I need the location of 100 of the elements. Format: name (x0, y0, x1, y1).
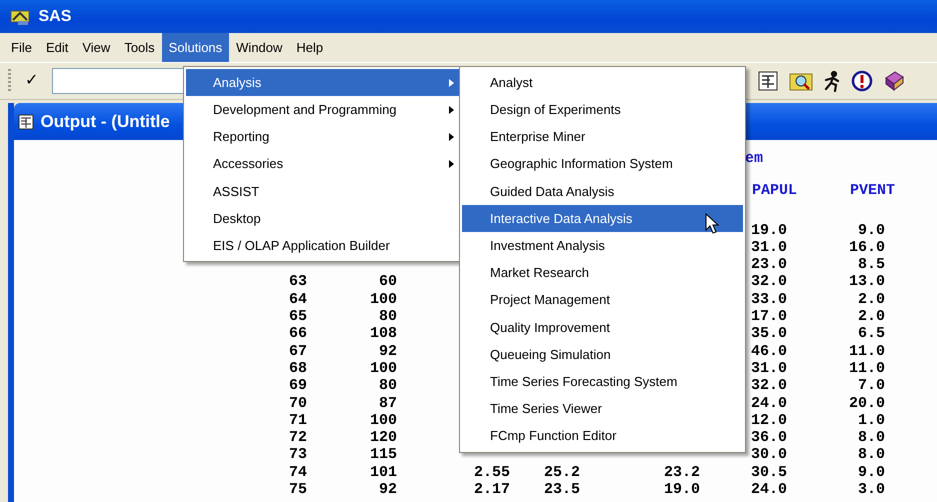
table-cell: 1.0 (858, 412, 885, 429)
menu-item[interactable]: Time Series Viewer (462, 395, 743, 422)
menu-item[interactable]: Design of Experiments (462, 96, 743, 124)
table-cell: 31.0 (750, 360, 787, 377)
table-cell: 30.0 (750, 446, 787, 464)
table-cell: 24.0 (750, 394, 787, 412)
menu-item[interactable]: ASSIST (186, 178, 460, 205)
table-cell: 67 (288, 342, 307, 360)
menu-item[interactable]: Edit (38, 33, 76, 62)
table-cell: 80 (378, 377, 397, 394)
table-cell: 30.5 (750, 464, 787, 481)
table-cell: 66 (288, 325, 307, 342)
table-cell: 65 (288, 308, 307, 326)
table-cell: 9.0 (858, 222, 885, 239)
menu-item[interactable]: Time Series Forecasting System (462, 368, 743, 396)
menu-item[interactable]: Analysis (186, 69, 460, 96)
table-cell: 71 (288, 412, 307, 429)
window-title: SAS (38, 6, 72, 26)
menu-item[interactable]: EIS / OLAP Application Builder (186, 232, 460, 260)
running-figure-icon[interactable] (823, 70, 841, 92)
table-cell: 7.0 (858, 377, 885, 394)
menu-item[interactable]: Window (229, 33, 290, 62)
table-cell: 60 (378, 273, 397, 290)
table-cell: 92 (378, 342, 397, 360)
table-cell: 100 (370, 360, 397, 377)
table-cell: 23.0 (750, 256, 787, 274)
menu-item[interactable]: Desktop (186, 204, 460, 232)
table-cell: 19.0 (750, 222, 787, 239)
table-cell: 24.0 (750, 481, 787, 498)
table-cell: 31.0 (750, 238, 787, 256)
table-cell: 72 (288, 429, 307, 446)
table-cell: 32.0 (750, 273, 787, 290)
table-cell: 100 (370, 412, 397, 429)
table-cell: 63 (288, 273, 307, 290)
table-cell: 25.2 (544, 464, 580, 481)
table-cell: 32.0 (750, 377, 787, 394)
table-cell: 23.5 (544, 481, 580, 498)
cursor-icon (705, 213, 719, 235)
alert-icon[interactable] (851, 70, 873, 92)
menu-item[interactable]: Interactive Data Analysis (462, 204, 743, 232)
menu-item[interactable]: File (4, 33, 39, 62)
menu-item[interactable]: Project Management (462, 286, 743, 314)
table-cell: 73 (288, 446, 307, 464)
table-cell: 80 (378, 308, 397, 326)
menu-item[interactable]: View (75, 33, 118, 62)
table-cell: 100 (370, 290, 397, 308)
table-cell: 8.5 (858, 256, 885, 274)
table-cell: 9.0 (858, 464, 885, 481)
menu-item[interactable]: Investment Analysis (462, 232, 743, 260)
table-cell: 115 (370, 446, 397, 464)
column-header: PAPUL (752, 182, 797, 200)
table-cell: 108 (370, 325, 397, 342)
table-cell: 3.0 (858, 481, 885, 498)
table-cell: 13.0 (848, 273, 885, 290)
table-cell: 16.0 (848, 238, 885, 256)
table-cell: 23.2 (664, 464, 700, 481)
table-cell: 11.0 (848, 360, 885, 377)
menu-item[interactable]: Analyst (462, 69, 743, 96)
table-cell: 35.0 (750, 325, 787, 342)
table-cell: 2.55 (474, 464, 510, 481)
table-cell: 64 (288, 290, 307, 308)
menu-item[interactable]: Accessories (186, 150, 460, 178)
table-cell: 46.0 (750, 342, 787, 360)
table-cell: 6.5 (858, 325, 885, 342)
column-header: PVENT (850, 182, 895, 200)
table-cell: 12.0 (750, 412, 787, 429)
table-cell: 74 (288, 464, 307, 481)
menu-item[interactable]: Tools (117, 33, 162, 62)
menu-item[interactable]: Queueing Simulation (462, 340, 743, 368)
table-cell: 2.0 (858, 308, 885, 326)
table-cell: 92 (378, 481, 397, 498)
table-cell: 8.0 (858, 429, 885, 446)
menu-item[interactable]: Geographic Information System (462, 150, 743, 178)
app-logo-icon (10, 8, 32, 26)
check-button[interactable]: ✓ (17, 69, 46, 93)
menu-item[interactable]: Guided Data Analysis (462, 178, 743, 205)
table-cell: 36.0 (750, 429, 787, 446)
window-icon[interactable] (757, 70, 779, 92)
table-cell: 120 (370, 429, 397, 446)
table-cell: 11.0 (848, 342, 885, 360)
table-cell: 68 (288, 360, 307, 377)
menu-item[interactable]: Development and Programming (186, 96, 460, 124)
document-icon (18, 114, 34, 130)
table-cell: 33.0 (750, 290, 787, 308)
table-cell: 75 (288, 481, 307, 498)
menu-item[interactable]: FCmp Function Editor (462, 422, 743, 450)
table-cell: 69 (288, 377, 307, 394)
menu-item[interactable]: Reporting (186, 123, 460, 151)
table-cell: 2.17 (474, 481, 510, 498)
table-cell: 101 (370, 464, 397, 481)
menu-item[interactable]: Solutions (162, 33, 230, 62)
menu-item[interactable]: Market Research (462, 259, 743, 286)
output-title: em (745, 150, 764, 167)
menu-item[interactable]: Help (289, 33, 330, 62)
menu-item[interactable]: Enterprise Miner (462, 123, 743, 151)
table-cell: 87 (378, 394, 397, 412)
table-cell: 70 (288, 394, 307, 412)
menu-item[interactable]: Quality Improvement (462, 314, 743, 341)
table-cell: 17.0 (750, 308, 787, 326)
table-cell: 8.0 (858, 446, 885, 464)
